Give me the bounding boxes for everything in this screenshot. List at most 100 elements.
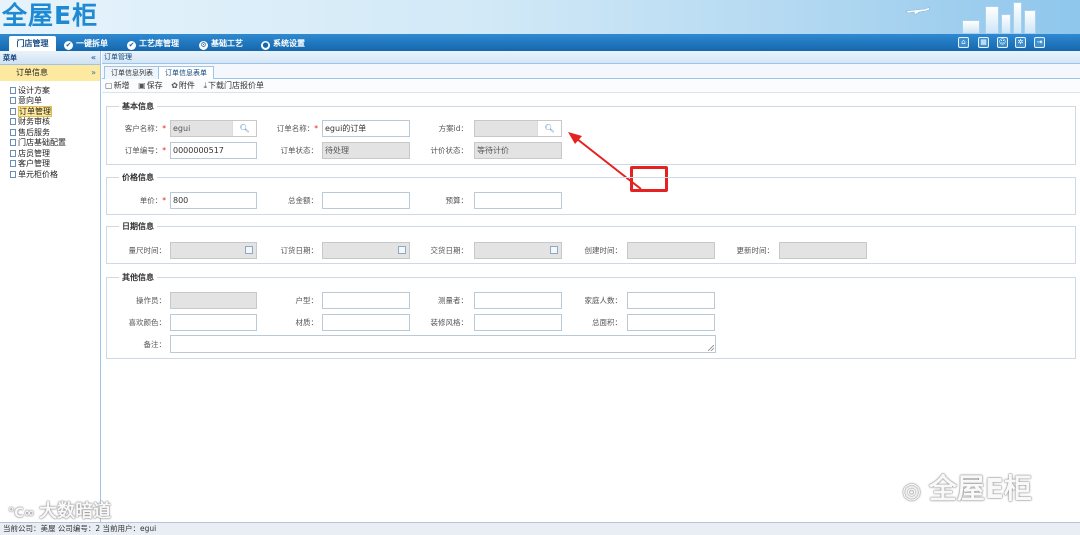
- nav-tab-craft-lib[interactable]: ✔ 工艺库管理: [127, 36, 179, 51]
- menu-header: 菜单 «: [0, 51, 100, 65]
- total-amount-field[interactable]: [322, 192, 410, 209]
- left-panel: 菜单 « 订单信息 » 设计方案 意向单 订单管理 财务审核 售后服务 门店基础…: [0, 51, 101, 522]
- measure-time-field[interactable]: [170, 242, 257, 259]
- content-tabs: 订单信息列表 订单信息表单: [102, 64, 1080, 79]
- style-label: 装修风格：: [430, 318, 469, 327]
- material-field[interactable]: [322, 314, 410, 331]
- update-time-field[interactable]: [779, 242, 867, 259]
- order-no-field[interactable]: 0000000517: [170, 142, 257, 159]
- order-status-label: 订单状态：: [280, 146, 319, 155]
- add-button[interactable]: ▢新增: [105, 81, 130, 90]
- house-type-field[interactable]: [322, 292, 410, 309]
- delivery-date-label: 交货日期：: [430, 246, 469, 255]
- search-icon[interactable]: 🔍︎: [232, 121, 256, 136]
- file-icon: [10, 170, 16, 178]
- style-field[interactable]: [474, 314, 562, 331]
- sidebar-item-selected[interactable]: 订单管理: [0, 105, 100, 117]
- user-icon[interactable]: ☺: [997, 37, 1008, 48]
- tab-order-list[interactable]: 订单信息列表: [104, 66, 160, 79]
- family-size-field[interactable]: [627, 292, 715, 309]
- sidebar-item[interactable]: 设计方案: [0, 86, 100, 96]
- app-header: 全屋E柜: [0, 0, 1080, 34]
- measure-time-label: 量尺时间：: [128, 246, 167, 255]
- search-icon[interactable]: 🔍︎: [537, 121, 561, 136]
- wechat-icon: ◎: [902, 479, 929, 504]
- file-icon: [10, 139, 16, 146]
- nav-tab-store[interactable]: 门店管理: [9, 36, 56, 51]
- material-label: 材质：: [295, 318, 319, 327]
- calendar-icon[interactable]: [245, 246, 253, 254]
- customer-field[interactable]: egui 🔍︎: [170, 120, 257, 137]
- delivery-date-field[interactable]: [474, 242, 562, 259]
- customer-label: 客户名称：*: [124, 124, 166, 133]
- sidebar-item[interactable]: 门店基础配置: [0, 138, 100, 148]
- area-field[interactable]: [627, 314, 715, 331]
- remark-label: 备注：: [143, 340, 167, 349]
- download-icon: ⤓: [203, 81, 208, 90]
- operator-field[interactable]: [170, 292, 257, 309]
- calendar-icon[interactable]: ▦: [978, 37, 989, 48]
- section-title: 价格信息: [122, 173, 154, 182]
- unit-price-label: 单价：*: [139, 196, 166, 205]
- measurer-field[interactable]: [474, 292, 562, 309]
- file-icon: [10, 97, 16, 104]
- update-time-label: 更新时间：: [736, 246, 775, 255]
- breadcrumb: 订单管理: [102, 51, 1080, 64]
- check-icon: ✔: [127, 41, 136, 50]
- sidebar-item[interactable]: 意向单: [0, 96, 100, 106]
- file-icon: [10, 118, 16, 125]
- nav-tab-split[interactable]: ✔ 一键拆单: [64, 36, 108, 51]
- save-icon: ▣: [138, 81, 146, 90]
- order-date-field[interactable]: [322, 242, 410, 259]
- nav-tab-settings[interactable]: ● 系统设置: [261, 36, 305, 51]
- airplane-icon: [905, 6, 931, 15]
- sidebar-item[interactable]: 财务审核: [0, 117, 100, 127]
- exit-icon[interactable]: ⇥: [1034, 37, 1045, 48]
- price-status-field[interactable]: 等待计价: [474, 142, 562, 159]
- menu-section-order[interactable]: 订单信息 »: [0, 65, 100, 81]
- section-arrow-icon: »: [91, 68, 96, 77]
- toolbar: ▢新增 ▣保存 ✿附件 ⤓下载门店报价单: [102, 79, 1080, 93]
- scheme-id-label: 方案id：: [438, 124, 468, 133]
- family-size-label: 家庭人数：: [584, 296, 623, 305]
- sidebar-item[interactable]: 单元柜价格: [0, 170, 100, 180]
- calendar-icon[interactable]: [398, 246, 406, 254]
- nav-tab-basic-craft[interactable]: ⚙ 基础工艺: [199, 36, 243, 51]
- order-name-label: 订单名称：*: [276, 124, 318, 133]
- app-logo: 全屋E柜: [2, 1, 99, 30]
- area-label: 总面积：: [592, 318, 622, 327]
- home-icon[interactable]: ⌂: [958, 37, 969, 48]
- watermark-right: ◎ 全屋E柜: [902, 472, 1032, 505]
- remark-textarea[interactable]: [170, 335, 716, 353]
- color-field[interactable]: [170, 314, 257, 331]
- save-button[interactable]: ▣保存: [138, 81, 163, 90]
- budget-label: 预算：: [445, 196, 469, 205]
- file-icon: [10, 128, 16, 136]
- budget-field[interactable]: [474, 192, 562, 209]
- unit-price-field[interactable]: 800: [170, 192, 257, 209]
- sidebar-item[interactable]: 客户管理: [0, 159, 100, 169]
- order-no-label: 订单编号：*: [124, 146, 166, 155]
- house-type-label: 户型：: [295, 296, 319, 305]
- resize-handle-icon[interactable]: [708, 345, 714, 351]
- measurer-label: 测量者：: [438, 296, 468, 305]
- tab-order-form[interactable]: 订单信息表单: [158, 66, 214, 79]
- calendar-icon[interactable]: [550, 246, 558, 254]
- sidebar-item[interactable]: 店员管理: [0, 149, 100, 159]
- attachment-icon: ✿: [171, 81, 178, 90]
- sidebar-item[interactable]: 售后服务: [0, 128, 100, 138]
- section-title: 基本信息: [122, 102, 154, 111]
- section-title: 其他信息: [122, 273, 154, 282]
- attach-button[interactable]: ✿附件: [171, 81, 195, 90]
- order-status-field[interactable]: 待处理: [322, 142, 410, 159]
- download-quote-button[interactable]: ⤓下载门店报价单: [203, 81, 264, 90]
- color-label: 喜欢颜色：: [128, 318, 167, 327]
- gear-icon[interactable]: ✲: [1015, 37, 1026, 48]
- create-time-field[interactable]: [627, 242, 715, 259]
- order-name-field[interactable]: egui的订单: [322, 120, 410, 137]
- top-nav: 门店管理 ✔ 一键拆单 ✔ 工艺库管理 ⚙ 基础工艺 ● 系统设置 ⌂ ▦ ☺ ✲ ⇥: [0, 34, 1080, 51]
- collapse-icon[interactable]: «: [91, 51, 96, 65]
- total-amount-label: 总金额：: [288, 196, 318, 205]
- status-bar: 当前公司：美屋 公司编号：2 当前用户：egui: [0, 522, 1080, 535]
- scheme-id-field[interactable]: 🔍︎: [474, 120, 562, 137]
